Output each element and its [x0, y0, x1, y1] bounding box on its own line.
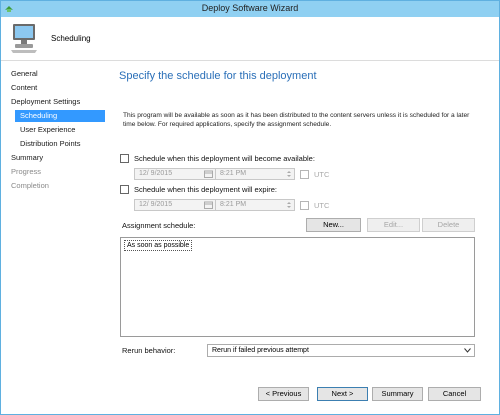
available-date-value: 12/ 9/2015: [139, 170, 173, 177]
expire-schedule-checkbox[interactable]: [120, 185, 129, 194]
sidebar-item-content[interactable]: Content: [11, 82, 37, 94]
expire-time-picker[interactable]: 8:21 PM: [215, 199, 295, 211]
expire-date-picker[interactable]: 12/ 9/2015: [134, 199, 216, 211]
available-utc-label: UTC: [314, 170, 330, 179]
rerun-behavior-select[interactable]: Rerun if failed previous attempt: [207, 344, 475, 357]
sidebar-item-progress: Progress: [11, 167, 42, 176]
calendar-icon[interactable]: [204, 201, 213, 209]
previous-button[interactable]: < Previous: [258, 387, 309, 401]
edit-schedule-button: Edit...: [367, 218, 420, 232]
window-title: Deploy Software Wizard: [201, 3, 299, 13]
available-time-picker[interactable]: 8:21 PM: [215, 168, 295, 180]
wizard-footer: < Previous Next > Summary Cancel: [1, 377, 499, 414]
header-page-name: Scheduling: [51, 34, 91, 43]
available-schedule-label: Schedule when this deployment will becom…: [134, 154, 315, 163]
rerun-behavior-value: Rerun if failed previous attempt: [212, 347, 309, 354]
spinner-icon[interactable]: [286, 169, 292, 179]
sidebar-item-deployment-settings[interactable]: Deployment Settings: [11, 96, 80, 108]
sidebar-item-completion: Completion: [11, 181, 49, 190]
available-schedule-checkbox[interactable]: [120, 154, 129, 163]
expire-schedule-row[interactable]: Schedule when this deployment will expir…: [120, 184, 277, 195]
rerun-behavior-label: Rerun behavior:: [122, 346, 176, 355]
wizard-window: Deploy Software Wizard Scheduling Genera…: [0, 0, 500, 415]
sidebar-item-distribution-points[interactable]: Distribution Points: [20, 138, 80, 150]
cancel-button[interactable]: Cancel: [428, 387, 481, 401]
expire-schedule-label: Schedule when this deployment will expir…: [134, 185, 277, 194]
computer-icon: [11, 24, 37, 53]
available-utc-row: UTC: [300, 169, 329, 180]
expire-utc-checkbox: [300, 201, 309, 210]
page-heading: Specify the schedule for this deployment: [119, 70, 317, 82]
new-schedule-button[interactable]: New...: [306, 218, 361, 232]
available-time-value: 8:21 PM: [220, 170, 247, 177]
wizard-sidebar: General Content Deployment Settings Sche…: [1, 62, 107, 377]
assignment-schedule-list[interactable]: As soon as possible: [120, 237, 475, 337]
summary-button[interactable]: Summary: [372, 387, 423, 401]
delete-schedule-button: Delete: [422, 218, 475, 232]
expire-time-value: 8:21 PM: [220, 201, 247, 208]
available-schedule-row[interactable]: Schedule when this deployment will becom…: [120, 153, 315, 164]
wizard-header: Scheduling: [1, 17, 499, 61]
spinner-icon[interactable]: [286, 200, 292, 210]
expire-utc-row: UTC: [300, 200, 329, 211]
available-utc-checkbox: [300, 170, 309, 179]
sidebar-item-scheduling[interactable]: Scheduling: [15, 110, 105, 122]
assignment-schedule-label: Assignment schedule:: [122, 221, 196, 230]
main-content: Specify the schedule for this deployment…: [107, 62, 499, 377]
sidebar-item-user-experience[interactable]: User Experience: [20, 124, 75, 136]
expire-date-value: 12/ 9/2015: [139, 201, 173, 208]
chevron-down-icon[interactable]: [464, 348, 471, 353]
sidebar-item-summary[interactable]: Summary: [11, 152, 43, 164]
available-date-picker[interactable]: 12/ 9/2015: [134, 168, 216, 180]
title-bar: Deploy Software Wizard: [1, 1, 499, 17]
sidebar-item-general[interactable]: General: [11, 68, 38, 80]
list-item[interactable]: As soon as possible: [124, 240, 193, 251]
next-button[interactable]: Next >: [317, 387, 368, 401]
expire-utc-label: UTC: [314, 201, 330, 210]
page-description: This program will be available as soon a…: [123, 112, 470, 128]
calendar-icon[interactable]: [204, 170, 213, 178]
